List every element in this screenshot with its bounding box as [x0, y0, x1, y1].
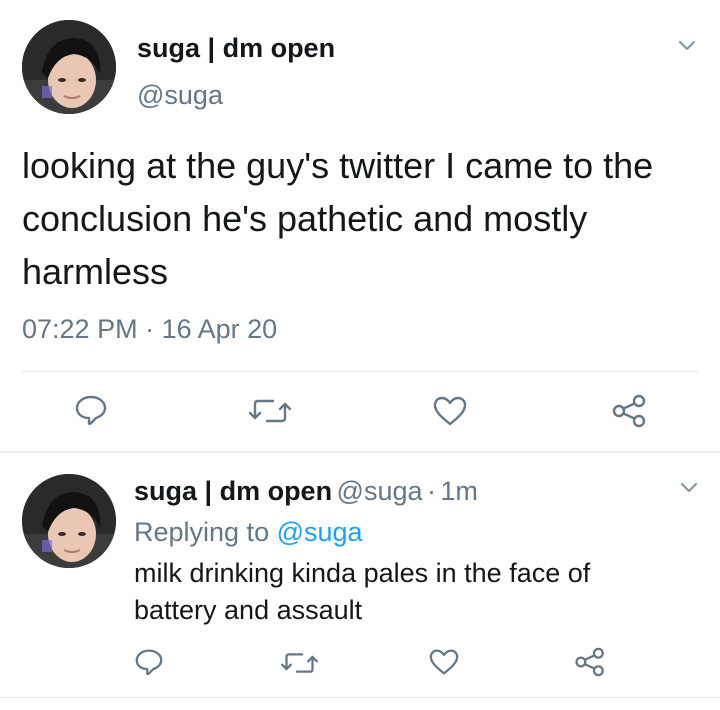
- reply-avatar[interactable]: [22, 474, 116, 568]
- reply-display-name[interactable]: suga | dm open: [134, 476, 332, 506]
- tweet-time: 07:22 PM: [22, 314, 138, 344]
- reply-reply-icon[interactable]: [134, 648, 164, 676]
- reply-retweet-icon[interactable]: [281, 650, 318, 676]
- reply-age: 1m: [440, 476, 478, 506]
- reply-share-icon[interactable]: [573, 646, 608, 678]
- reply-separator: ·: [426, 476, 436, 506]
- reply-icon[interactable]: [74, 394, 108, 426]
- reply-text: milk drinking kinda pales in the face of…: [134, 558, 591, 625]
- divider: [22, 371, 698, 372]
- replying-to-link[interactable]: @suga: [277, 517, 363, 547]
- handle[interactable]: @suga: [137, 80, 223, 111]
- tweet-timestamp: 07:22 PM · 16 Apr 20: [22, 314, 277, 345]
- reply-like-icon[interactable]: [428, 648, 460, 676]
- section-divider: [0, 451, 720, 453]
- replying-to: Replying to @suga: [134, 517, 363, 548]
- like-icon[interactable]: [432, 395, 468, 427]
- retweet-icon[interactable]: [249, 396, 291, 426]
- reply-handle[interactable]: @suga: [337, 476, 423, 506]
- reply-chevron-down-icon[interactable]: [678, 476, 700, 498]
- tweet-date: 16 Apr 20: [161, 314, 278, 344]
- meta-separator: ·: [145, 314, 155, 344]
- display-name[interactable]: suga | dm open: [137, 33, 335, 64]
- share-icon[interactable]: [610, 393, 650, 429]
- replying-prefix: Replying to: [134, 517, 277, 547]
- tweet-text: looking at the guy's twitter I came to t…: [22, 145, 654, 292]
- chevron-down-icon[interactable]: [676, 34, 698, 56]
- reply-header: suga | dm open @suga · 1m: [134, 476, 478, 507]
- avatar[interactable]: [22, 20, 116, 114]
- bottom-divider: [0, 697, 720, 698]
